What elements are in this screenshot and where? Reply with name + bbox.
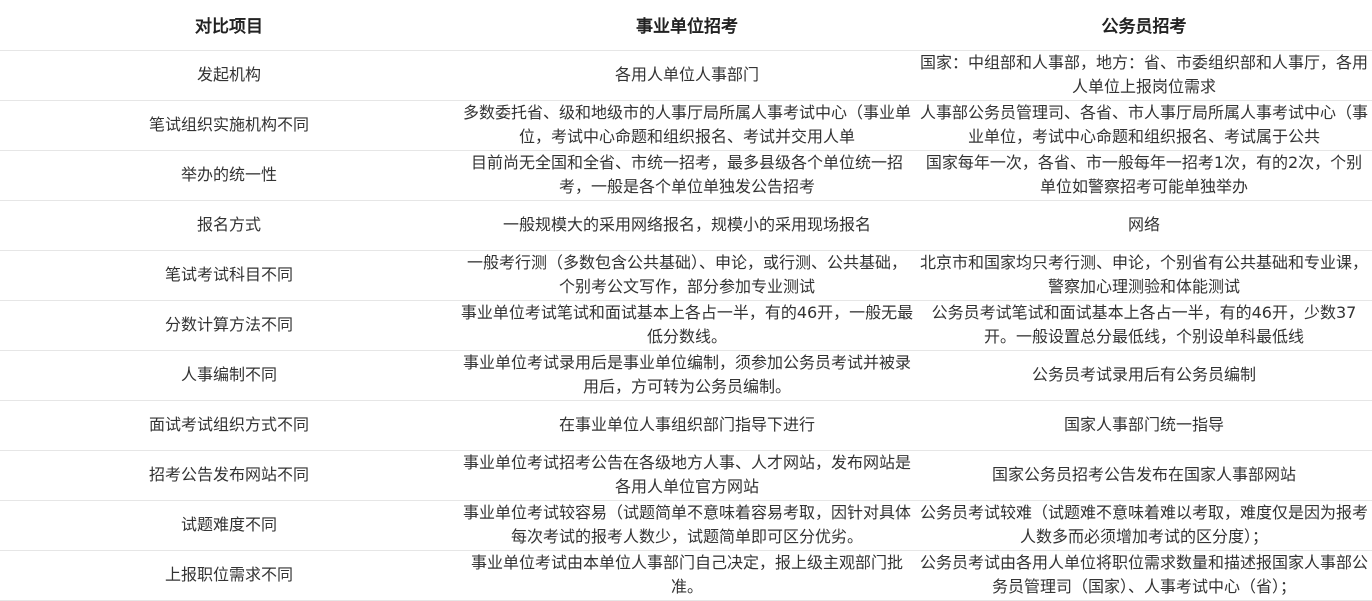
header-row: 对比项目 事业单位招考 公务员招考 [0,0,1372,51]
cell-civil-servant: 北京市和国家均只考行测、申论，个别省有公共基础和专业课，警察加心理测验和体能测试 [916,250,1372,301]
cell-public-institution: 在事业单位人事组织部门指导下进行 [458,400,916,451]
cell-civil-servant: 公务员考试笔试和面试基本上各占一半，有的46开，少数37开。一般设置总分最低线，… [916,300,1372,351]
table-row: 笔试组织实施机构不同 多数委托省、级和地级市的人事厅局所属人事考试中心（事业单位… [0,100,1372,151]
cell-item: 报名方式 [0,200,458,251]
table-header: 对比项目 事业单位招考 公务员招考 [0,0,1372,51]
cell-public-institution: 一般考行测（多数包含公共基础）、申论，或行测、公共基础，个别考公文写作，部分参加… [458,250,916,301]
cell-public-institution: 事业单位考试招考公告在各级地方人事、人才网站，发布网站是各用人单位官方网站 [458,450,916,501]
table-row: 人事编制不同 事业单位考试录用后是事业单位编制，须参加公务员考试并被录用后，方可… [0,350,1372,401]
cell-civil-servant: 国家：中组部和人事部，地方：省、市委组织部和人事厅，各用人单位上报岗位需求 [916,50,1372,101]
cell-civil-servant: 公务员考试录用后有公务员编制 [916,350,1372,401]
table-row: 招考公告发布网站不同 事业单位考试招考公告在各级地方人事、人才网站，发布网站是各… [0,450,1372,501]
cell-public-institution: 事业单位考试由本单位人事部门自己决定，报上级主观部门批准。 [458,550,916,601]
cell-public-institution: 目前尚无全国和全省、市统一招考，最多县级各个单位统一招考，一般是各个单位单独发公… [458,150,916,201]
cell-public-institution: 事业单位考试录用后是事业单位编制，须参加公务员考试并被录用后，方可转为公务员编制… [458,350,916,401]
cell-item: 试题难度不同 [0,500,458,551]
cell-item: 上报职位需求不同 [0,550,458,601]
table-row: 面试考试组织方式不同 在事业单位人事组织部门指导下进行 国家人事部门统一指导 [0,400,1372,451]
cell-public-institution: 事业单位考试笔试和面试基本上各占一半，有的46开，一般无最低分数线。 [458,300,916,351]
cell-civil-servant: 国家每年一次，各省、市一般每年一招考1次，有的2次，个别单位如警察招考可能单独举… [916,150,1372,201]
table-row: 报名方式 一般规模大的采用网络报名，规模小的采用现场报名 网络 [0,200,1372,251]
table-row: 上报职位需求不同 事业单位考试由本单位人事部门自己决定，报上级主观部门批准。 公… [0,550,1372,601]
cell-item: 招考公告发布网站不同 [0,450,458,501]
cell-civil-servant: 网络 [916,200,1372,251]
cell-item: 人事编制不同 [0,350,458,401]
cell-public-institution: 一般规模大的采用网络报名，规模小的采用现场报名 [458,200,916,251]
cell-item: 分数计算方法不同 [0,300,458,351]
header-civil-servant: 公务员招考 [916,0,1372,51]
table-row: 笔试考试科目不同 一般考行测（多数包含公共基础）、申论，或行测、公共基础，个别考… [0,250,1372,301]
cell-civil-servant: 国家公务员招考公告发布在国家人事部网站 [916,450,1372,501]
cell-item: 笔试组织实施机构不同 [0,100,458,151]
cell-public-institution: 多数委托省、级和地级市的人事厅局所属人事考试中心（事业单位，考试中心命题和组织报… [458,100,916,151]
cell-civil-servant: 国家人事部门统一指导 [916,400,1372,451]
table-body: 发起机构 各用人单位人事部门 国家：中组部和人事部，地方：省、市委组织部和人事厅… [0,50,1372,601]
comparison-table: 对比项目 事业单位招考 公务员招考 发起机构 各用人单位人事部门 国家：中组部和… [0,0,1372,601]
table-row: 举办的统一性 目前尚无全国和全省、市统一招考，最多县级各个单位统一招考，一般是各… [0,150,1372,201]
cell-public-institution: 各用人单位人事部门 [458,50,916,101]
table-row: 试题难度不同 事业单位考试较容易（试题简单不意味着容易考取，因针对具体每次考试的… [0,500,1372,551]
cell-item: 举办的统一性 [0,150,458,201]
cell-item: 发起机构 [0,50,458,101]
cell-item: 笔试考试科目不同 [0,250,458,301]
cell-civil-servant: 人事部公务员管理司、各省、市人事厅局所属人事考试中心（事业单位，考试中心命题和组… [916,100,1372,151]
cell-public-institution: 事业单位考试较容易（试题简单不意味着容易考取，因针对具体每次考试的报考人数少，试… [458,500,916,551]
table-row: 分数计算方法不同 事业单位考试笔试和面试基本上各占一半，有的46开，一般无最低分… [0,300,1372,351]
header-comparison-item: 对比项目 [0,0,458,51]
cell-item: 面试考试组织方式不同 [0,400,458,451]
table-row: 发起机构 各用人单位人事部门 国家：中组部和人事部，地方：省、市委组织部和人事厅… [0,50,1372,101]
header-public-institution: 事业单位招考 [458,0,916,51]
cell-civil-servant: 公务员考试较难（试题难不意味着难以考取，难度仅是因为报考人数多而必须增加考试的区… [916,500,1372,551]
cell-civil-servant: 公务员考试由各用人单位将职位需求数量和描述报国家人事部公务员管理司（国家）、人事… [916,550,1372,601]
